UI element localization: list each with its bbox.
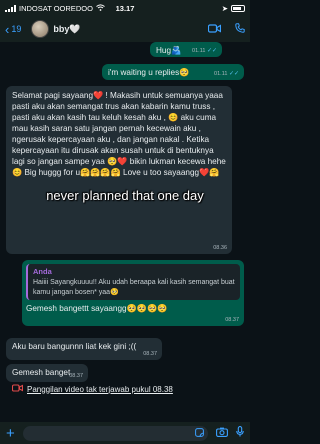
chat-header: ‹ 19 bby🤍 — [0, 16, 250, 42]
phone-call-icon[interactable] — [235, 20, 245, 38]
chat-area[interactable]: Hug🫂 01.11 ✓✓ i'm waiting u replies🥺 01.… — [0, 42, 250, 422]
message-time: 01.11 — [192, 47, 206, 54]
message-time: 08.37 — [225, 316, 239, 323]
sticker-icon[interactable] — [195, 424, 204, 442]
message-composer: + — [0, 422, 250, 444]
message-text: Hug🫂 — [156, 46, 182, 55]
read-receipt-icon: ✓✓ — [228, 70, 239, 77]
chevron-left-icon: ‹ — [5, 21, 10, 37]
message-bubble-reply[interactable]: Anda Haiiii Sayangkuuuu!! Aku udah beraa… — [22, 260, 244, 326]
battery-icon — [231, 4, 245, 12]
message-bubble-incoming[interactable]: Gemesh banget 08.37 — [6, 364, 88, 382]
message-time: 08.37 — [143, 350, 157, 357]
message-bubble-outgoing[interactable]: Hug🫂 01.11 ✓✓ — [150, 42, 222, 57]
message-time: 01.11 — [214, 70, 228, 77]
message-text: i'm waiting u replies🥺 — [108, 68, 190, 77]
message-bubble-outgoing[interactable]: i'm waiting u replies🥺 01.11 ✓✓ — [102, 64, 244, 80]
avatar[interactable] — [31, 20, 50, 38]
message-text: Aku baru bangunnn liat kek gini ;(( — [12, 342, 137, 351]
missed-call-text[interactable]: Panggilan video tak terjawab pukul 08.38 — [27, 385, 173, 394]
video-call-icon[interactable] — [207, 20, 222, 38]
unread-count: 19 — [11, 24, 22, 34]
overlay-caption: never planned that one day — [46, 188, 204, 203]
quoted-sender: Anda — [33, 267, 52, 276]
quoted-text: Haiiii Sayangkuuuu!! Aku udah beraapa ka… — [33, 279, 235, 296]
clock: 13.17 — [115, 3, 135, 13]
mic-icon[interactable] — [236, 426, 244, 440]
camera-icon[interactable] — [216, 427, 228, 440]
contact-name[interactable]: bby🤍 — [53, 24, 80, 35]
message-text: Selamat pagi sayaang❤️ ! Makasih untuk s… — [12, 91, 226, 178]
message-input[interactable] — [22, 424, 208, 442]
missed-video-call-icon — [11, 384, 24, 394]
status-bar: INDOSAT OOREDOO 13.17 ➤ — [0, 0, 250, 16]
message-time: 08.36 — [213, 244, 227, 251]
read-receipt-icon: ✓✓ — [206, 47, 217, 54]
message-text: Gemesh bangettt sayaangg🥺🥺🥺🥺 — [26, 304, 168, 313]
message-time: 08.37 — [69, 372, 83, 379]
missed-call-notice[interactable]: Panggilan video tak terjawab pukul 08.38 — [11, 384, 173, 394]
message-bubble-incoming[interactable]: Selamat pagi sayaang❤️ ! Makasih untuk s… — [6, 86, 232, 254]
message-bubble-incoming[interactable]: Aku baru bangunnn liat kek gini ;(( 08.3… — [6, 338, 162, 360]
plus-icon[interactable]: + — [6, 426, 15, 441]
message-text: Gemesh banget — [12, 368, 71, 377]
back-button[interactable]: ‹ 19 — [5, 22, 21, 37]
quoted-message[interactable]: Anda Haiiii Sayangkuuuu!! Aku udah beraa… — [26, 264, 240, 300]
